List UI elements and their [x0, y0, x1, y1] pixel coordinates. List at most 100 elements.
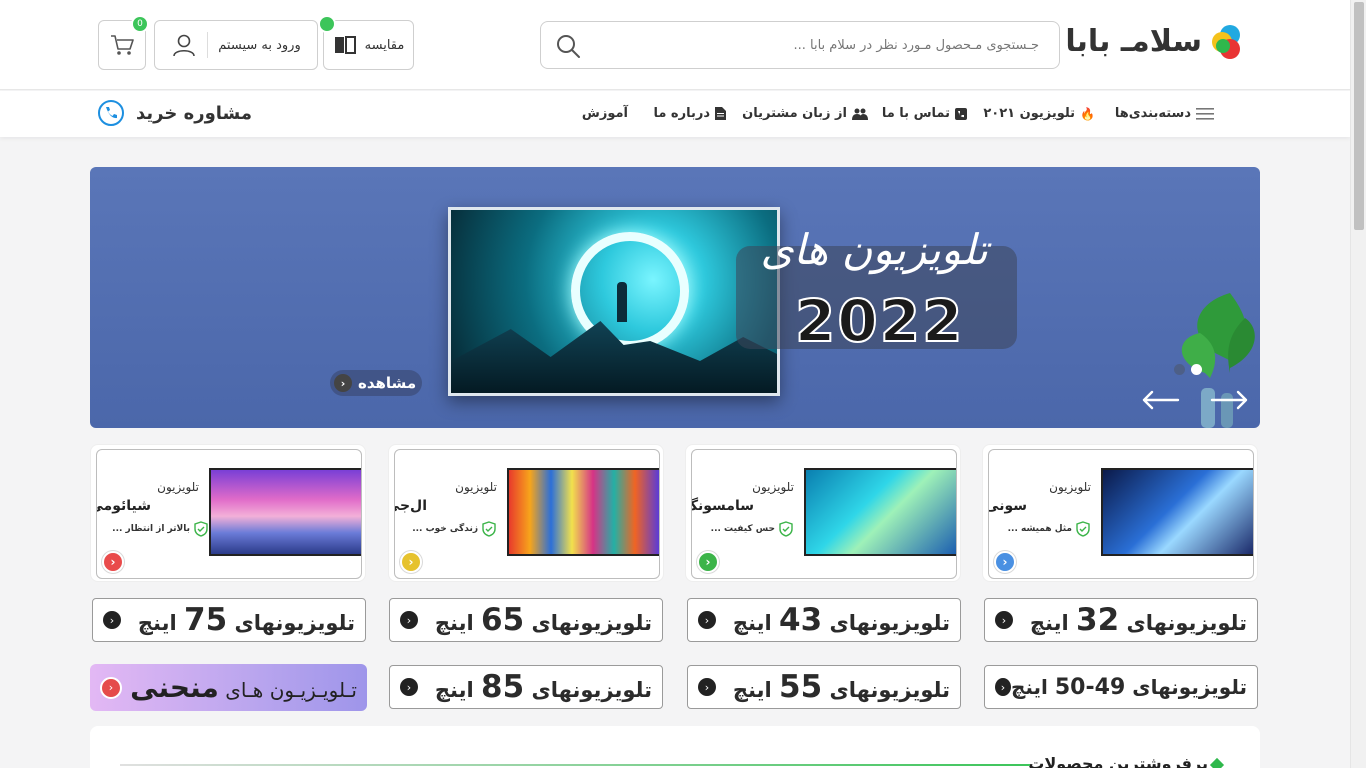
chevron-left-icon: ‹ [698, 611, 716, 629]
chevron-left-icon: ‹ [995, 611, 1013, 629]
page-scrollbar[interactable] [1350, 0, 1366, 768]
cart-button[interactable]: 0 [98, 15, 149, 70]
tv-image [1101, 468, 1253, 556]
main-nav: دسته‌بندی‌ها 🔥 تلویزیون ۲۰۲۱ تماس با ما … [0, 91, 1350, 137]
logo-mark-icon [1210, 24, 1240, 59]
compare-icon [334, 36, 356, 54]
nav-item-about[interactable]: درباره ما [653, 106, 726, 121]
size-label: تلویزیونهای 55 اینچ [732, 669, 950, 705]
brand-tagline: مثل همیشه ... [1008, 521, 1091, 537]
shield-check-icon [779, 521, 793, 537]
chevron-left-icon[interactable]: ‹ [102, 551, 124, 573]
brand-card-sony[interactable]: تلویزیون سونی مثل همیشه ... ‹ [982, 444, 1258, 582]
chevron-left-icon: ‹ [698, 678, 716, 696]
hero-view-label: مشاهده [358, 374, 417, 392]
arrow-left-icon[interactable] [1140, 388, 1180, 412]
hero-pagination [1174, 364, 1202, 375]
phone-icon [98, 100, 124, 126]
size-button-55[interactable]: تلویزیونهای 55 اینچ ‹ [687, 665, 961, 709]
user-icon [173, 34, 196, 57]
brand-line1: تلویزیون [455, 480, 497, 494]
size-button-85[interactable]: تلویزیونهای 85 اینچ ‹ [389, 665, 663, 709]
chevron-left-icon: ‹ [995, 678, 1011, 696]
tagline-text: زندگی خوب ... [412, 524, 478, 534]
tv-image [804, 468, 956, 556]
brand-card-xiaomi[interactable]: تلویزیون شیائومی بالاتر از انتظار ... ‹ [90, 444, 366, 582]
size-label: تلویزیونهای 32 اینچ [1029, 602, 1247, 638]
tv-image [209, 468, 361, 556]
nav-item-tv-2021[interactable]: 🔥 تلویزیون ۲۰۲۱ [983, 106, 1095, 121]
compare-badge [318, 15, 336, 33]
chevron-left-icon: ‹ [100, 676, 122, 699]
brand-card-samsung[interactable]: تلویزیون سامسونگ حس کیفیت ... ‹ [685, 444, 961, 582]
slide-dot[interactable] [1191, 364, 1202, 375]
brand-name: سونی [988, 498, 1027, 514]
size-label: تلویزیونهای 49-50 اینچ [1010, 674, 1247, 700]
nav-item-label: درباره ما [653, 106, 710, 121]
search-box [540, 21, 1060, 69]
size-button-43[interactable]: تلویزیونهای 43 اینچ ‹ [687, 598, 961, 642]
nav-item-contact[interactable]: تماس با ما [882, 106, 967, 121]
nav-item-label: تلویزیون ۲۰۲۱ [983, 106, 1076, 121]
chevron-left-icon: ‹ [400, 611, 418, 629]
arrow-right-icon[interactable] [1210, 388, 1250, 412]
brand-name: شیائومی [97, 498, 151, 514]
brand-card-lg[interactable]: تلویزیون ال‌جی زندگی خوب ... ‹ [388, 444, 664, 582]
chevron-left-icon[interactable]: ‹ [697, 551, 719, 573]
users-icon [852, 108, 868, 120]
tv-image [507, 468, 659, 556]
bestsellers-section: پرفروشترین محصولات [90, 726, 1260, 768]
scrollbar-thumb[interactable] [1354, 2, 1364, 230]
nav-item-categories[interactable]: دسته‌بندی‌ها [1115, 106, 1214, 121]
consult-link[interactable]: مشاوره خرید [98, 100, 252, 126]
diamond-icon [1209, 757, 1225, 768]
size-button-curved[interactable]: تـلویـزیـون هـای منحنی ‹ [90, 664, 367, 711]
hero-tv-image [448, 207, 780, 396]
search-icon[interactable] [555, 33, 581, 59]
hero-view-button[interactable]: مشاهده ‹ [330, 370, 423, 396]
nav-item-label: آموزش [581, 106, 628, 121]
document-icon [715, 107, 726, 120]
nav-item-label: از زبان مشتریان [742, 106, 847, 121]
tagline-text: حس کیفیت ... [710, 524, 775, 534]
brand-tagline: زندگی خوب ... [412, 521, 497, 537]
nav-item-label: دسته‌بندی‌ها [1114, 106, 1191, 121]
size-label: تلویزیونهای 85 اینچ [434, 669, 652, 705]
size-button-65[interactable]: تلویزیونهای 65 اینچ ‹ [389, 598, 663, 642]
cart-count-badge: 0 [131, 15, 149, 33]
size-label: تـلویـزیـون هـای منحنی [130, 671, 357, 704]
chevron-left-icon: ‹ [334, 374, 352, 392]
search-input[interactable] [599, 22, 1039, 68]
chevron-left-icon: ‹ [400, 678, 418, 696]
hero-year: 2022 [794, 286, 965, 356]
shield-check-icon [482, 521, 496, 537]
compare-label: مقایسه [364, 37, 405, 53]
tagline-text: بالاتر از انتظار ... [112, 524, 190, 534]
brand-line1: تلویزیون [1049, 480, 1091, 494]
nav-item-testimonials[interactable]: از زبان مشتریان [742, 106, 868, 121]
menu-icon [1196, 107, 1214, 120]
hero-slider[interactable]: تلویزیون های 2022 مشاهده ‹ [90, 167, 1260, 428]
cart-icon [111, 35, 134, 55]
header-top: سلامـ بابا مقایسه ورود به سیستم 0 [0, 0, 1350, 90]
site-logo[interactable]: سلامـ بابا [1065, 24, 1240, 59]
login-label: ورود به سیستم [218, 37, 301, 53]
fire-icon: 🔥 [1080, 106, 1095, 121]
shield-check-icon [194, 521, 208, 537]
login-button[interactable]: ورود به سیستم [154, 20, 318, 70]
chevron-left-icon[interactable]: ‹ [994, 551, 1016, 573]
brand-name: سامسونگ [692, 498, 754, 514]
brand-line1: تلویزیون [752, 480, 794, 494]
brand-tagline: حس کیفیت ... [711, 521, 794, 537]
slide-dot[interactable] [1174, 364, 1185, 375]
size-button-49-50[interactable]: تلویزیونهای 49-50 اینچ ‹ [984, 665, 1258, 709]
size-button-75[interactable]: تلویزیونهای 75 اینچ ‹ [92, 598, 366, 642]
nav-item-tutorials[interactable]: آموزش [582, 106, 628, 121]
divider [120, 764, 1030, 766]
chevron-left-icon: ‹ [103, 611, 121, 629]
brand-tagline: بالاتر از انتظار ... [112, 521, 209, 537]
compare-button[interactable]: مقایسه [318, 15, 414, 70]
chevron-left-icon[interactable]: ‹ [400, 551, 422, 573]
size-button-32[interactable]: تلویزیونهای 32 اینچ ‹ [984, 598, 1258, 642]
nav-item-label: تماس با ما [881, 106, 950, 121]
